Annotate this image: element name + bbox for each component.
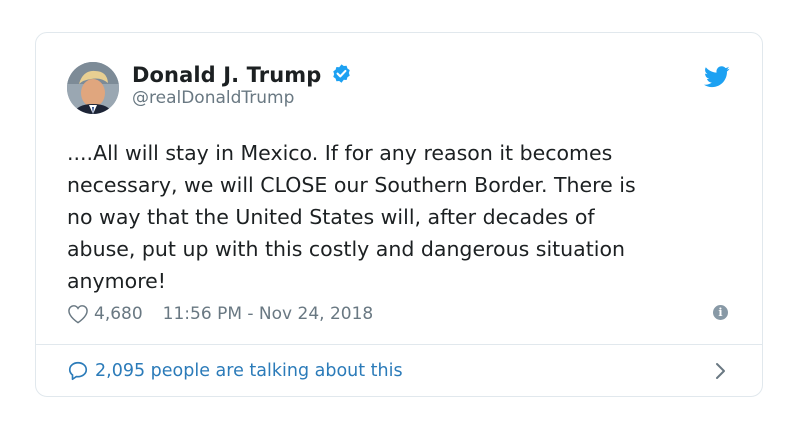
chevron-right-icon[interactable]: [714, 362, 726, 380]
tweet-text: ....All will stay in Mexico. If for any …: [67, 141, 636, 293]
info-icon[interactable]: i: [713, 305, 728, 320]
verified-badge-icon: [333, 64, 351, 83]
author-block[interactable]: Donald J. Trump @realDonaldTrump: [132, 63, 352, 108]
author-handle[interactable]: @realDonaldTrump: [132, 88, 352, 108]
conversation-link[interactable]: 2,095 people are talking about this: [67, 358, 403, 384]
speech-bubble-icon: [68, 361, 88, 381]
heart-icon[interactable]: [67, 304, 89, 324]
author-display-name[interactable]: Donald J. Trump: [132, 63, 321, 87]
tweet-meta: 4,680 11:56 PM - Nov 24, 2018: [67, 302, 373, 326]
conversation-label[interactable]: 2,095 people are talking about this: [95, 361, 403, 381]
twitter-bird-icon[interactable]: [704, 66, 730, 88]
like-count[interactable]: 4,680: [94, 304, 143, 324]
divider: [36, 344, 762, 345]
tweet-timestamp[interactable]: 11:56 PM - Nov 24, 2018: [163, 304, 374, 324]
avatar[interactable]: [67, 62, 119, 114]
tweet-card[interactable]: Donald J. Trump @realDonaldTrump ....All…: [35, 32, 763, 397]
